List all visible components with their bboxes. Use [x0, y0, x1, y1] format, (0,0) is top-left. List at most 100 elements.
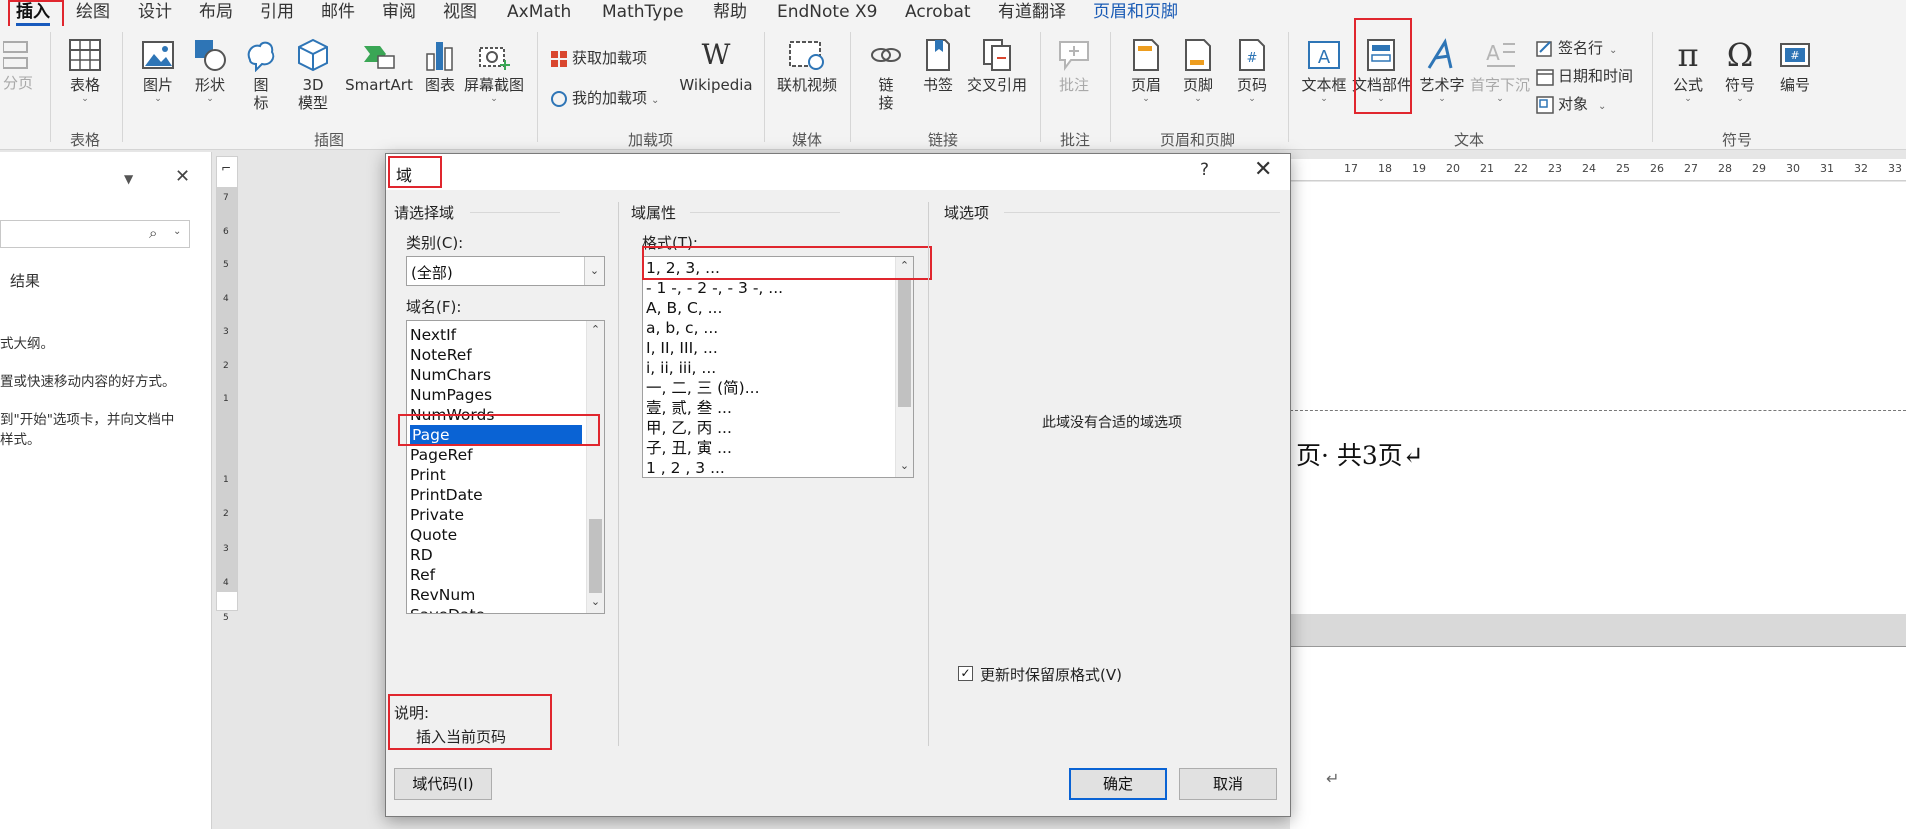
preserve-format-checkbox[interactable]: ✓: [958, 666, 973, 681]
field-name-item[interactable]: NextIf: [410, 325, 456, 345]
field-name-item[interactable]: Quote: [410, 525, 457, 545]
tab-layout[interactable]: 布局: [199, 0, 233, 26]
field-name-item[interactable]: Private: [410, 505, 464, 525]
footer-page-text[interactable]: 页· 共3页↵: [1296, 436, 1424, 472]
format-item[interactable]: 甲, 乙, 丙 ...: [646, 418, 732, 438]
equation-button[interactable]: π 公式 ⌄: [1666, 38, 1710, 104]
tab-insert[interactable]: 插入: [16, 0, 50, 26]
scroll-up-icon[interactable]: ⌃: [896, 259, 913, 272]
format-item[interactable]: 一, 二, 三 (简)...: [646, 378, 760, 398]
category-select[interactable]: (全部) ⌄: [406, 256, 605, 286]
ok-button[interactable]: 确定: [1069, 768, 1167, 800]
header-button[interactable]: 页眉 ⌄: [1126, 38, 1166, 104]
format-item[interactable]: - 1 -, - 2 -, - 3 -, ...: [646, 278, 783, 298]
document-page[interactable]: 页· 共3页↵: [1290, 182, 1906, 614]
scroll-thumb[interactable]: [898, 279, 911, 407]
field-name-item[interactable]: PrintDate: [410, 485, 483, 505]
cross-reference-button[interactable]: 交叉引用: [962, 38, 1032, 94]
format-item[interactable]: 壹, 贰, 叁 ...: [646, 398, 732, 418]
icons-button[interactable]: 图 标: [243, 38, 279, 112]
format-scrollbar[interactable]: ⌃ ⌄: [895, 257, 913, 477]
online-video-button[interactable]: 联机视频: [774, 38, 840, 94]
tab-review[interactable]: 审阅: [382, 0, 416, 26]
scroll-up-icon[interactable]: ⌃: [587, 323, 604, 336]
tab-references[interactable]: 引用: [260, 0, 294, 26]
tab-header-footer[interactable]: 页眉和页脚: [1093, 0, 1178, 26]
object-button[interactable]: 对象 ⌄: [1536, 94, 1606, 117]
page-number-button[interactable]: # 页码 ⌄: [1232, 38, 1272, 104]
scroll-down-icon[interactable]: ⌄: [587, 595, 604, 608]
tab-mailings[interactable]: 邮件: [321, 0, 355, 26]
tab-stop-icon[interactable]: ⌐: [221, 161, 231, 175]
3d-model-button[interactable]: 3D 模型: [293, 38, 333, 112]
chevron-down-icon[interactable]: ⌄: [584, 257, 604, 285]
field-name-item[interactable]: NumPages: [410, 385, 492, 405]
tab-mathtype[interactable]: MathType: [602, 0, 684, 26]
tab-design[interactable]: 设计: [138, 0, 172, 26]
chevron-down-icon[interactable]: ▼: [124, 172, 133, 186]
field-name-item[interactable]: PageRef: [410, 445, 473, 465]
tab-endnote[interactable]: EndNote X9: [777, 0, 877, 26]
quick-parts-button[interactable]: 文档部件 ⌄: [1352, 38, 1412, 104]
get-addins-button[interactable]: 获取加载项: [550, 48, 647, 68]
format-item[interactable]: A, B, C, ...: [646, 298, 722, 318]
my-addins-button[interactable]: 我的加载项 ⌄: [550, 88, 659, 111]
format-list[interactable]: 1, 2, 3, ... - 1 -, - 2 -, - 3 -, ... A, B…: [642, 256, 914, 478]
textbox-button[interactable]: A 文本框 ⌄: [1298, 38, 1350, 104]
tab-youdao[interactable]: 有道翻译: [998, 0, 1066, 26]
link-button[interactable]: 链 接: [866, 38, 906, 112]
dialog-titlebar[interactable]: 域 ? ✕: [386, 154, 1290, 190]
screenshot-button[interactable]: 屏幕截图 ⌄: [462, 38, 526, 104]
field-name-item[interactable]: RevNum: [410, 585, 475, 605]
picture-button[interactable]: 图片 ⌄: [138, 38, 178, 104]
help-button[interactable]: ?: [1200, 160, 1209, 180]
chart-button[interactable]: 图表: [420, 38, 460, 94]
shapes-button[interactable]: 形状 ⌄: [190, 38, 230, 104]
format-item[interactable]: I, II, III, ...: [646, 338, 718, 358]
format-item[interactable]: 子, 丑, 寅 ...: [646, 438, 732, 458]
field-name-item[interactable]: Ref: [410, 565, 435, 585]
cancel-button[interactable]: 取消: [1179, 768, 1277, 800]
field-name-item[interactable]: NoteRef: [410, 345, 472, 365]
symbol-button[interactable]: Ω 符号 ⌄: [1718, 38, 1762, 104]
field-name-item[interactable]: SaveDate: [410, 605, 485, 613]
search-icon[interactable]: ⌕: [149, 224, 157, 242]
field-name-item[interactable]: NumWords: [410, 405, 494, 425]
chevron-down-icon[interactable]: ⌄: [173, 226, 181, 237]
close-icon[interactable]: ✕: [175, 166, 190, 187]
tab-view[interactable]: 视图: [443, 0, 477, 26]
field-name-item[interactable]: Page: [410, 425, 582, 445]
format-item[interactable]: 1, 2, 3, ...: [646, 258, 720, 278]
format-item[interactable]: i, ii, iii, ...: [646, 358, 716, 378]
bookmark-button[interactable]: 书签: [918, 38, 958, 94]
field-name-item[interactable]: NumChars: [410, 365, 491, 385]
smartart-button[interactable]: SmartArt: [342, 38, 416, 94]
tab-help[interactable]: 帮助: [713, 0, 747, 26]
wordart-button[interactable]: 艺术字 ⌄: [1416, 38, 1468, 104]
signature-line-button[interactable]: 签名行 ⌄: [1536, 38, 1617, 61]
close-button[interactable]: ✕: [1254, 157, 1272, 182]
format-item[interactable]: 1 , 2 , 3 ...: [646, 458, 725, 477]
field-name-item[interactable]: Print: [410, 465, 446, 485]
numbering-button[interactable]: # 编号: [1772, 38, 1818, 94]
table-button[interactable]: 表格 ⌄: [64, 38, 106, 104]
comment-button[interactable]: 批注: [1054, 38, 1094, 94]
preserve-format-label[interactable]: 更新时保留原格式(V): [980, 664, 1122, 685]
dropcap-button[interactable]: A 首字下沉 ⌄: [1468, 38, 1532, 104]
field-names-scrollbar[interactable]: ⌃ ⌄: [586, 321, 604, 613]
page-break-button[interactable]: 分页: [0, 40, 36, 92]
nav-tab-results[interactable]: 结果: [10, 270, 40, 291]
tab-axmath[interactable]: AxMath: [507, 0, 571, 26]
scroll-down-icon[interactable]: ⌄: [896, 459, 913, 472]
field-name-item[interactable]: RD: [410, 545, 433, 565]
field-codes-button[interactable]: 域代码(I): [394, 768, 492, 800]
nav-search-input[interactable]: ⌕ ⌄: [0, 220, 190, 248]
tab-acrobat[interactable]: Acrobat: [905, 0, 971, 26]
footer-button[interactable]: 页脚 ⌄: [1178, 38, 1218, 104]
format-item[interactable]: a, b, c, ...: [646, 318, 718, 338]
wikipedia-button[interactable]: W Wikipedia: [678, 38, 754, 94]
date-time-button[interactable]: 日期和时间: [1536, 66, 1633, 86]
scroll-thumb[interactable]: [589, 519, 602, 593]
field-names-list[interactable]: NextIf NoteRef NumChars NumPages NumWords Pag…: [406, 320, 605, 614]
document-page[interactable]: ↵: [1290, 646, 1906, 829]
